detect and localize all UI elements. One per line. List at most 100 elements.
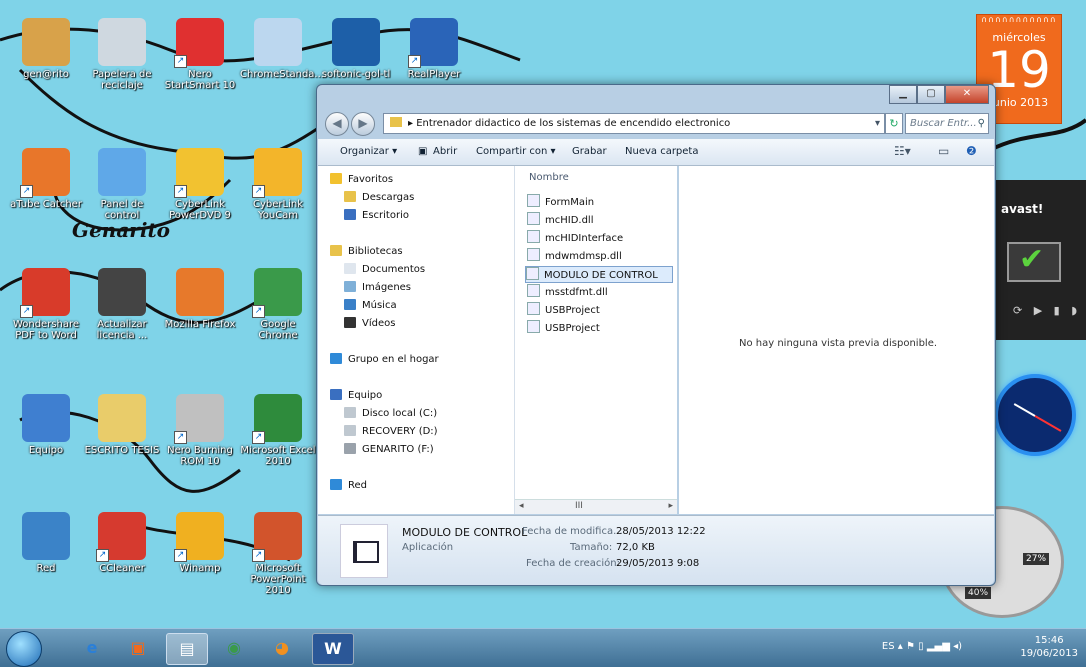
battery-icon[interactable]: ▯ (918, 641, 927, 652)
file-name: mdwmdmsp.dll (545, 251, 622, 262)
word-taskbar-icon[interactable]: W (312, 633, 354, 665)
nav-item[interactable]: Equipo (330, 388, 382, 404)
desktop-icon[interactable]: gen@rito (8, 18, 84, 80)
view-options-icon[interactable]: ☷▾ (894, 144, 911, 158)
desktop-icon-label: gen@rito (23, 69, 69, 80)
explorer-taskbar-icon[interactable]: ▤ (166, 633, 208, 665)
file-row[interactable]: FormMain (527, 194, 673, 210)
signal-icon[interactable]: ▂▄▆ (927, 641, 950, 652)
desktop-icon[interactable]: Equipo (8, 394, 84, 456)
forward-button[interactable]: ▶ (351, 112, 375, 136)
address-bar[interactable]: ▸ Entrenador didactico de los sistemas d… (383, 113, 885, 134)
minimize-button[interactable]: ▁ (889, 85, 917, 104)
shortcut-arrow-icon: ↗ (174, 55, 187, 68)
tray-arrow-icon[interactable]: ▴ (898, 641, 906, 652)
winamp-icon: ↗ (174, 512, 224, 562)
nav-item[interactable]: Escritorio (344, 208, 409, 224)
dll-icon (527, 248, 540, 261)
back-button[interactable]: ◀ (325, 112, 349, 136)
clock-gadget[interactable] (994, 374, 1076, 456)
nav-item[interactable]: Descargas (344, 190, 414, 206)
nav-item[interactable]: Vídeos (344, 316, 395, 332)
file-row[interactable]: mdwmdmsp.dll (527, 248, 673, 264)
file-row[interactable]: msstdfmt.dll (527, 284, 673, 300)
new-folder-button[interactable]: Nueva carpeta (625, 146, 698, 157)
nav-item[interactable]: Documentos (344, 262, 425, 278)
nav-item[interactable]: GENARITO (F:) (344, 442, 434, 458)
horizontal-scrollbar[interactable]: ◂ III ▸ (515, 499, 677, 514)
nav-item[interactable]: Favoritos (330, 172, 393, 188)
desktop-icon[interactable]: Mozilla Firefox (162, 268, 238, 330)
nav-item[interactable]: Bibliotecas (330, 244, 403, 260)
control-panel-icon (98, 148, 146, 196)
file-row[interactable]: mcHID.dll (527, 212, 673, 228)
media-player-icon[interactable]: ▣ (118, 633, 158, 663)
avast-controls[interactable]: ⟳ ▶ ▮ ◗ (1013, 304, 1081, 317)
file-name: MODULO DE CONTROL (544, 270, 658, 281)
desktop-icon[interactable]: ↗ Winamp (162, 512, 238, 574)
nav-item[interactable]: Música (344, 298, 397, 314)
search-input[interactable]: Buscar Entr... ⚲ (905, 113, 989, 134)
clock-tray[interactable]: 15:46 19/06/2013 (1020, 634, 1078, 660)
nav-item[interactable]: Disco local (C:) (344, 406, 437, 422)
flag-icon[interactable]: ⚑ (906, 641, 915, 652)
desktop-icon[interactable]: Actualizar licencia ... (84, 268, 160, 341)
desktop-icon[interactable]: ↗ CCleaner (84, 512, 160, 574)
desktop-icon[interactable]: ↗ Microsoft PowerPoint 2010 (240, 512, 316, 596)
desktop-icon-label: Google Chrome (258, 319, 298, 341)
nav-item[interactable]: Grupo en el hogar (330, 352, 439, 368)
desktop-icon[interactable]: Papelera de reciclaje (84, 18, 160, 91)
user-folder-icon (22, 18, 70, 66)
desktop-icon-label: Red (36, 563, 56, 574)
address-path: Entrenador didactico de los sistemas de … (416, 118, 731, 129)
explorer-window[interactable]: ▁ ▢ ✕ ◀ ▶ ▸ Entrenador didactico de los … (316, 84, 996, 586)
chrome-taskbar-icon[interactable]: ◉ (214, 633, 254, 663)
help-icon[interactable]: ❷ (966, 144, 977, 158)
nav-item[interactable]: Imágenes (344, 280, 411, 296)
desktop-icon[interactable]: ChromeStanda... (240, 18, 324, 80)
nav-item[interactable]: Red (330, 478, 367, 494)
desktop-icon[interactable]: ↗ Nero StartSmart 10 (162, 18, 238, 91)
file-name: FormMain (545, 197, 595, 208)
command-bar: Organizar ▾ ▣ Abrir Compartir con ▾ Grab… (318, 139, 994, 166)
desktop-icon[interactable]: ↗ CyberLink PowerDVD 9 (162, 148, 238, 221)
file-name: mcHID.dll (545, 215, 594, 226)
internet-explorer-icon[interactable]: e (72, 633, 112, 663)
firefox-taskbar-icon[interactable]: ◕ (262, 633, 302, 663)
share-button[interactable]: Compartir con ▾ (476, 146, 556, 157)
column-header-name[interactable]: Nombre (529, 172, 569, 183)
desktop-icon[interactable]: softonic-gol-tl (318, 18, 394, 80)
desktop-icon[interactable]: ↗ Microsoft Excel 2010 (240, 394, 316, 467)
desktop-icon[interactable]: ↗ CyberLink YouCam (240, 148, 316, 221)
volume-icon[interactable]: ◂) (953, 641, 962, 652)
desktop-icon[interactable]: ↗ Wondershare PDF to Word (8, 268, 84, 341)
burn-button[interactable]: Grabar (572, 146, 607, 157)
desktop-icon[interactable]: ↗ RealPlayer (396, 18, 472, 80)
language-indicator[interactable]: ES (882, 641, 895, 652)
open-button[interactable]: Abrir (433, 146, 457, 157)
refresh-button[interactable]: ↻ (885, 113, 903, 134)
start-button[interactable] (6, 631, 42, 667)
desktop-icon[interactable]: Panel de control (84, 148, 160, 221)
file-row[interactable]: USBProject (527, 302, 673, 318)
avast-gadget[interactable]: avast! ✔ ⟳ ▶ ▮ ◗ (993, 180, 1086, 340)
desktop-icon-label: CyberLink YouCam (253, 199, 303, 221)
desktop-icon[interactable]: Red (8, 512, 84, 574)
file-row[interactable]: mcHIDInterface (527, 230, 673, 246)
organize-button[interactable]: Organizar ▾ (340, 146, 397, 157)
desktop-icon[interactable]: ↗ Nero Burning ROM 10 (162, 394, 238, 467)
nav-item[interactable]: RECOVERY (D:) (344, 424, 438, 440)
close-button[interactable]: ✕ (945, 85, 989, 104)
check-icon: ✔ (1019, 242, 1045, 277)
desktop-icon[interactable]: ↗ aTube Catcher (8, 148, 84, 210)
preview-pane-icon[interactable]: ▭ (938, 144, 949, 158)
maximize-button[interactable]: ▢ (917, 85, 945, 104)
desktop-icon[interactable]: ESCRITO TESIS (84, 394, 160, 456)
shortcut-arrow-icon: ↗ (252, 549, 265, 562)
desktop-icon[interactable]: ↗ Google Chrome (240, 268, 316, 341)
file-row[interactable]: USBProject (527, 320, 673, 336)
file-name: msstdfmt.dll (545, 287, 608, 298)
shortcut-arrow-icon: ↗ (174, 431, 187, 444)
star-icon (330, 173, 342, 184)
file-row[interactable]: MODULO DE CONTROL (525, 266, 673, 283)
